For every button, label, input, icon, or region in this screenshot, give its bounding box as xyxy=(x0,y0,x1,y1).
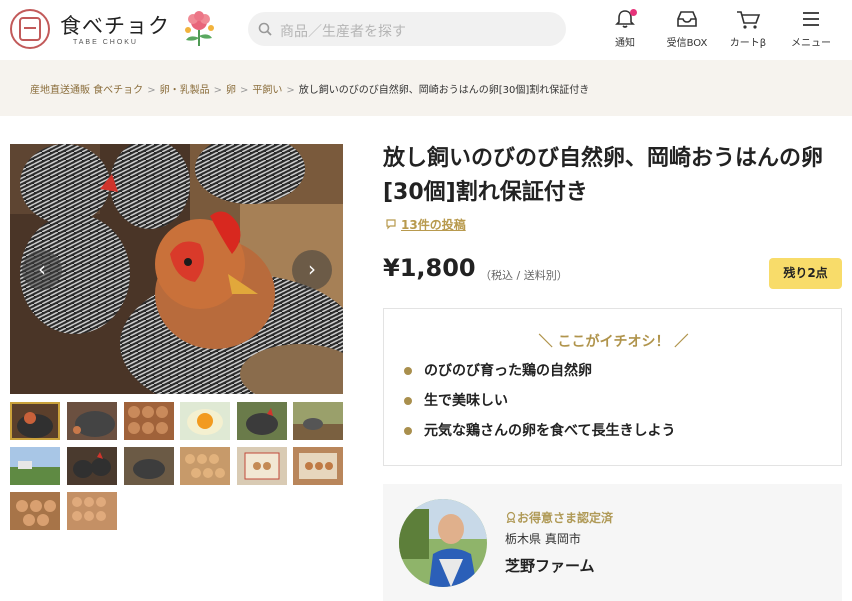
nav-label: 通知 xyxy=(615,38,635,49)
breadcrumb-link[interactable]: 産地直送通販 食べチョク xyxy=(30,85,143,96)
nav-menu[interactable]: メニュー xyxy=(776,8,846,52)
price-note: （税込 / 送料別） xyxy=(480,269,568,282)
next-image-button[interactable]: › xyxy=(292,250,332,290)
inbox-icon xyxy=(677,11,697,27)
list-item: のびのび育った鶏の自然卵 xyxy=(404,361,675,391)
seller-card[interactable]: お得意さま認定済 栃木県 真岡市 芝野ファーム xyxy=(383,484,842,601)
certification-label: お得意さま認定済 xyxy=(505,509,613,526)
highlights-list: のびのび育った鶏の自然卵 生で美味しい 元気な鶏さんの卵を食べて長生きしよう xyxy=(404,361,675,451)
thumbnail[interactable] xyxy=(67,492,117,530)
breadcrumb-separator: > xyxy=(213,85,222,96)
seller-location: 栃木県 真岡市 xyxy=(505,532,581,546)
nav-notifications[interactable]: 通知 xyxy=(590,8,660,52)
thumbnail[interactable] xyxy=(67,447,117,485)
thumbnail[interactable] xyxy=(10,402,60,440)
posts-link-text[interactable]: 13件の投稿 xyxy=(401,218,466,232)
seller-avatar[interactable] xyxy=(399,499,487,587)
highlights-heading: ＼ ここがイチオシ！ ／ xyxy=(538,334,689,350)
previous-image-button[interactable]: ‹ xyxy=(22,250,62,290)
breadcrumb-separator: > xyxy=(239,85,249,96)
nav-label: メニュー xyxy=(791,38,831,49)
search-icon xyxy=(258,22,272,36)
nav-label: 受信BOX xyxy=(666,38,708,49)
thumbnail[interactable] xyxy=(293,402,343,440)
list-item: 元気な鶏さんの卵を食べて長生きしよう xyxy=(404,421,675,451)
breadcrumb-bar: 産地直送通販 食べチョク > 卵・乳製品 > 卵 > 平飼い > 放し飼いのびのび自然卵、岡崎お… xyxy=(0,60,852,116)
thumbnail[interactable] xyxy=(67,402,117,440)
logo-text[interactable]: 食べチョク xyxy=(60,10,170,40)
breadcrumb-link[interactable]: 平飼い xyxy=(252,85,282,96)
site-header: 食べチョク TABE CHOKU 商品／生産者を探す 通知 受信BOX カートβ… xyxy=(0,0,852,58)
list-item: 生で美味しい xyxy=(404,391,675,421)
price: ¥1,800 xyxy=(383,254,476,282)
breadcrumb-link[interactable]: 卵・乳製品 xyxy=(160,85,210,96)
thumbnail[interactable] xyxy=(124,402,174,440)
menu-icon xyxy=(803,12,819,26)
posts-link[interactable]: 13件の投稿 xyxy=(385,216,466,233)
nav-cart[interactable]: カートβ xyxy=(713,8,783,52)
search-placeholder: 商品／生産者を探す xyxy=(280,24,406,40)
seller-name[interactable]: 芝野ファーム xyxy=(505,555,595,576)
cart-icon xyxy=(737,11,761,29)
thumbnail[interactable] xyxy=(10,492,60,530)
product-title: 放し飼いのびのび自然卵、岡崎おうはんの卵[30個]割れ保証付き xyxy=(383,146,824,205)
thumbnail[interactable] xyxy=(293,447,343,485)
flower-icon xyxy=(185,11,214,46)
thumbnail[interactable] xyxy=(237,402,287,440)
comment-icon xyxy=(386,219,396,230)
thumbnail[interactable] xyxy=(180,447,230,485)
breadcrumb-link[interactable]: 卵 xyxy=(226,85,236,96)
thumbnail[interactable] xyxy=(180,402,230,440)
stock-badge: 残り2点 xyxy=(769,258,842,289)
search-input[interactable]: 商品／生産者を探す xyxy=(248,12,566,46)
breadcrumb-current: 放し飼いのびのび自然卵、岡崎おうはんの卵[30個]割れ保証付き xyxy=(298,85,590,96)
breadcrumb-separator: > xyxy=(147,85,156,96)
breadcrumb-separator: > xyxy=(286,85,295,96)
nav-inbox[interactable]: 受信BOX xyxy=(652,8,722,52)
nav-label: カートβ xyxy=(729,38,767,49)
highlights-box: ＼ ここがイチオシ！ ／ のびのび育った鶏の自然卵 生で美味しい 元気な鶏さんの… xyxy=(383,308,842,466)
notification-dot xyxy=(630,9,637,16)
thumbnail[interactable] xyxy=(124,447,174,485)
badge-icon xyxy=(506,511,516,524)
thumbnail[interactable] xyxy=(237,447,287,485)
certification-text: お得意さま認定済 xyxy=(517,511,614,525)
breadcrumb: 産地直送通販 食べチョク > 卵・乳製品 > 卵 > 平飼い > 放し飼いのびのび自然卵、岡崎お… xyxy=(30,81,589,96)
logo-mark-icon[interactable] xyxy=(10,9,50,49)
logo-subtitle: TABE CHOKU xyxy=(73,39,138,46)
product-main-image[interactable]: ‹ › xyxy=(10,144,343,394)
thumbnail[interactable] xyxy=(10,447,60,485)
